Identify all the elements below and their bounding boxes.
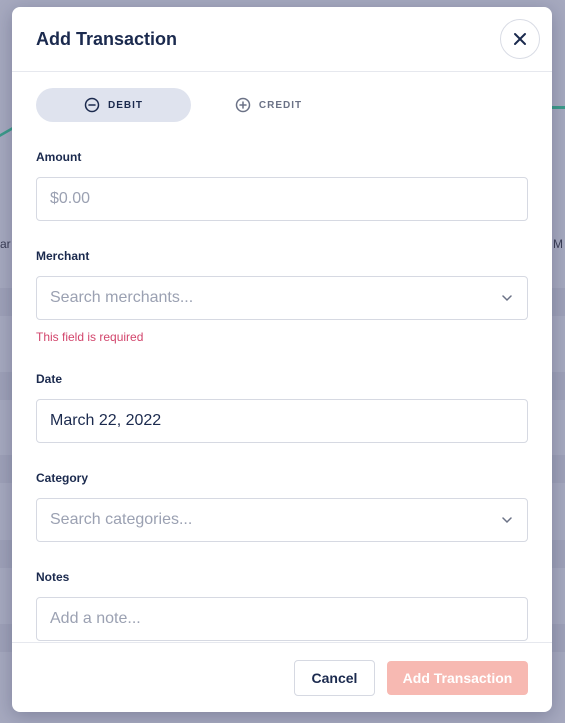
modal-header: Add Transaction	[12, 7, 552, 72]
merchant-placeholder: Search merchants...	[50, 289, 194, 306]
chevron-down-icon	[502, 295, 512, 302]
modal-title: Add Transaction	[36, 28, 178, 49]
close-icon	[514, 33, 526, 45]
add-transaction-button[interactable]: Add Transaction	[387, 660, 528, 695]
category-label: Category	[36, 471, 89, 485]
merchant-error: This field is required	[36, 330, 144, 344]
notes-input[interactable]: Add a note...	[36, 597, 528, 641]
debit-button[interactable]: DEBIT	[36, 88, 191, 122]
plus-circle-icon	[235, 97, 251, 113]
debit-label: DEBIT	[108, 99, 143, 111]
backdrop-chart-line	[551, 106, 565, 109]
credit-label: CREDIT	[258, 99, 303, 111]
merchant-select[interactable]: Search merchants...	[36, 276, 528, 320]
amount-input[interactable]: $0.00	[36, 177, 528, 221]
date-group: Date March 22, 2022	[36, 372, 528, 443]
category-group: Category Search categories...	[36, 471, 528, 542]
category-placeholder: Search categories...	[50, 511, 193, 528]
modal-footer: Cancel Add Transaction	[12, 642, 552, 712]
notes-placeholder: Add a note...	[50, 610, 141, 627]
modal-body: DEBIT CREDIT Amount $0.00 Merchant Searc…	[12, 72, 552, 641]
amount-label: Amount	[36, 150, 82, 164]
merchant-label: Merchant	[36, 249, 90, 263]
notes-group: Notes Add a note...	[36, 570, 528, 641]
minus-circle-icon	[84, 97, 100, 113]
add-transaction-modal: Add Transaction DEBIT CREDIT Amount $0.0…	[12, 7, 552, 712]
date-label: Date	[36, 372, 63, 386]
date-input[interactable]: March 22, 2022	[36, 399, 528, 443]
backdrop-axis-label: ar	[0, 237, 11, 251]
notes-label: Notes	[36, 570, 70, 584]
merchant-group: Merchant Search merchants... This field …	[36, 249, 528, 344]
category-select[interactable]: Search categories...	[36, 498, 528, 542]
date-value: March 22, 2022	[50, 412, 162, 429]
transaction-type-toggle: DEBIT CREDIT	[36, 88, 528, 122]
amount-group: Amount $0.00	[36, 150, 528, 221]
backdrop-axis-label: M	[553, 237, 563, 251]
cancel-button[interactable]: Cancel	[294, 659, 375, 696]
amount-placeholder: $0.00	[50, 190, 91, 207]
chevron-down-icon	[502, 517, 512, 524]
close-button[interactable]	[500, 19, 540, 59]
credit-button[interactable]: CREDIT	[191, 88, 346, 122]
